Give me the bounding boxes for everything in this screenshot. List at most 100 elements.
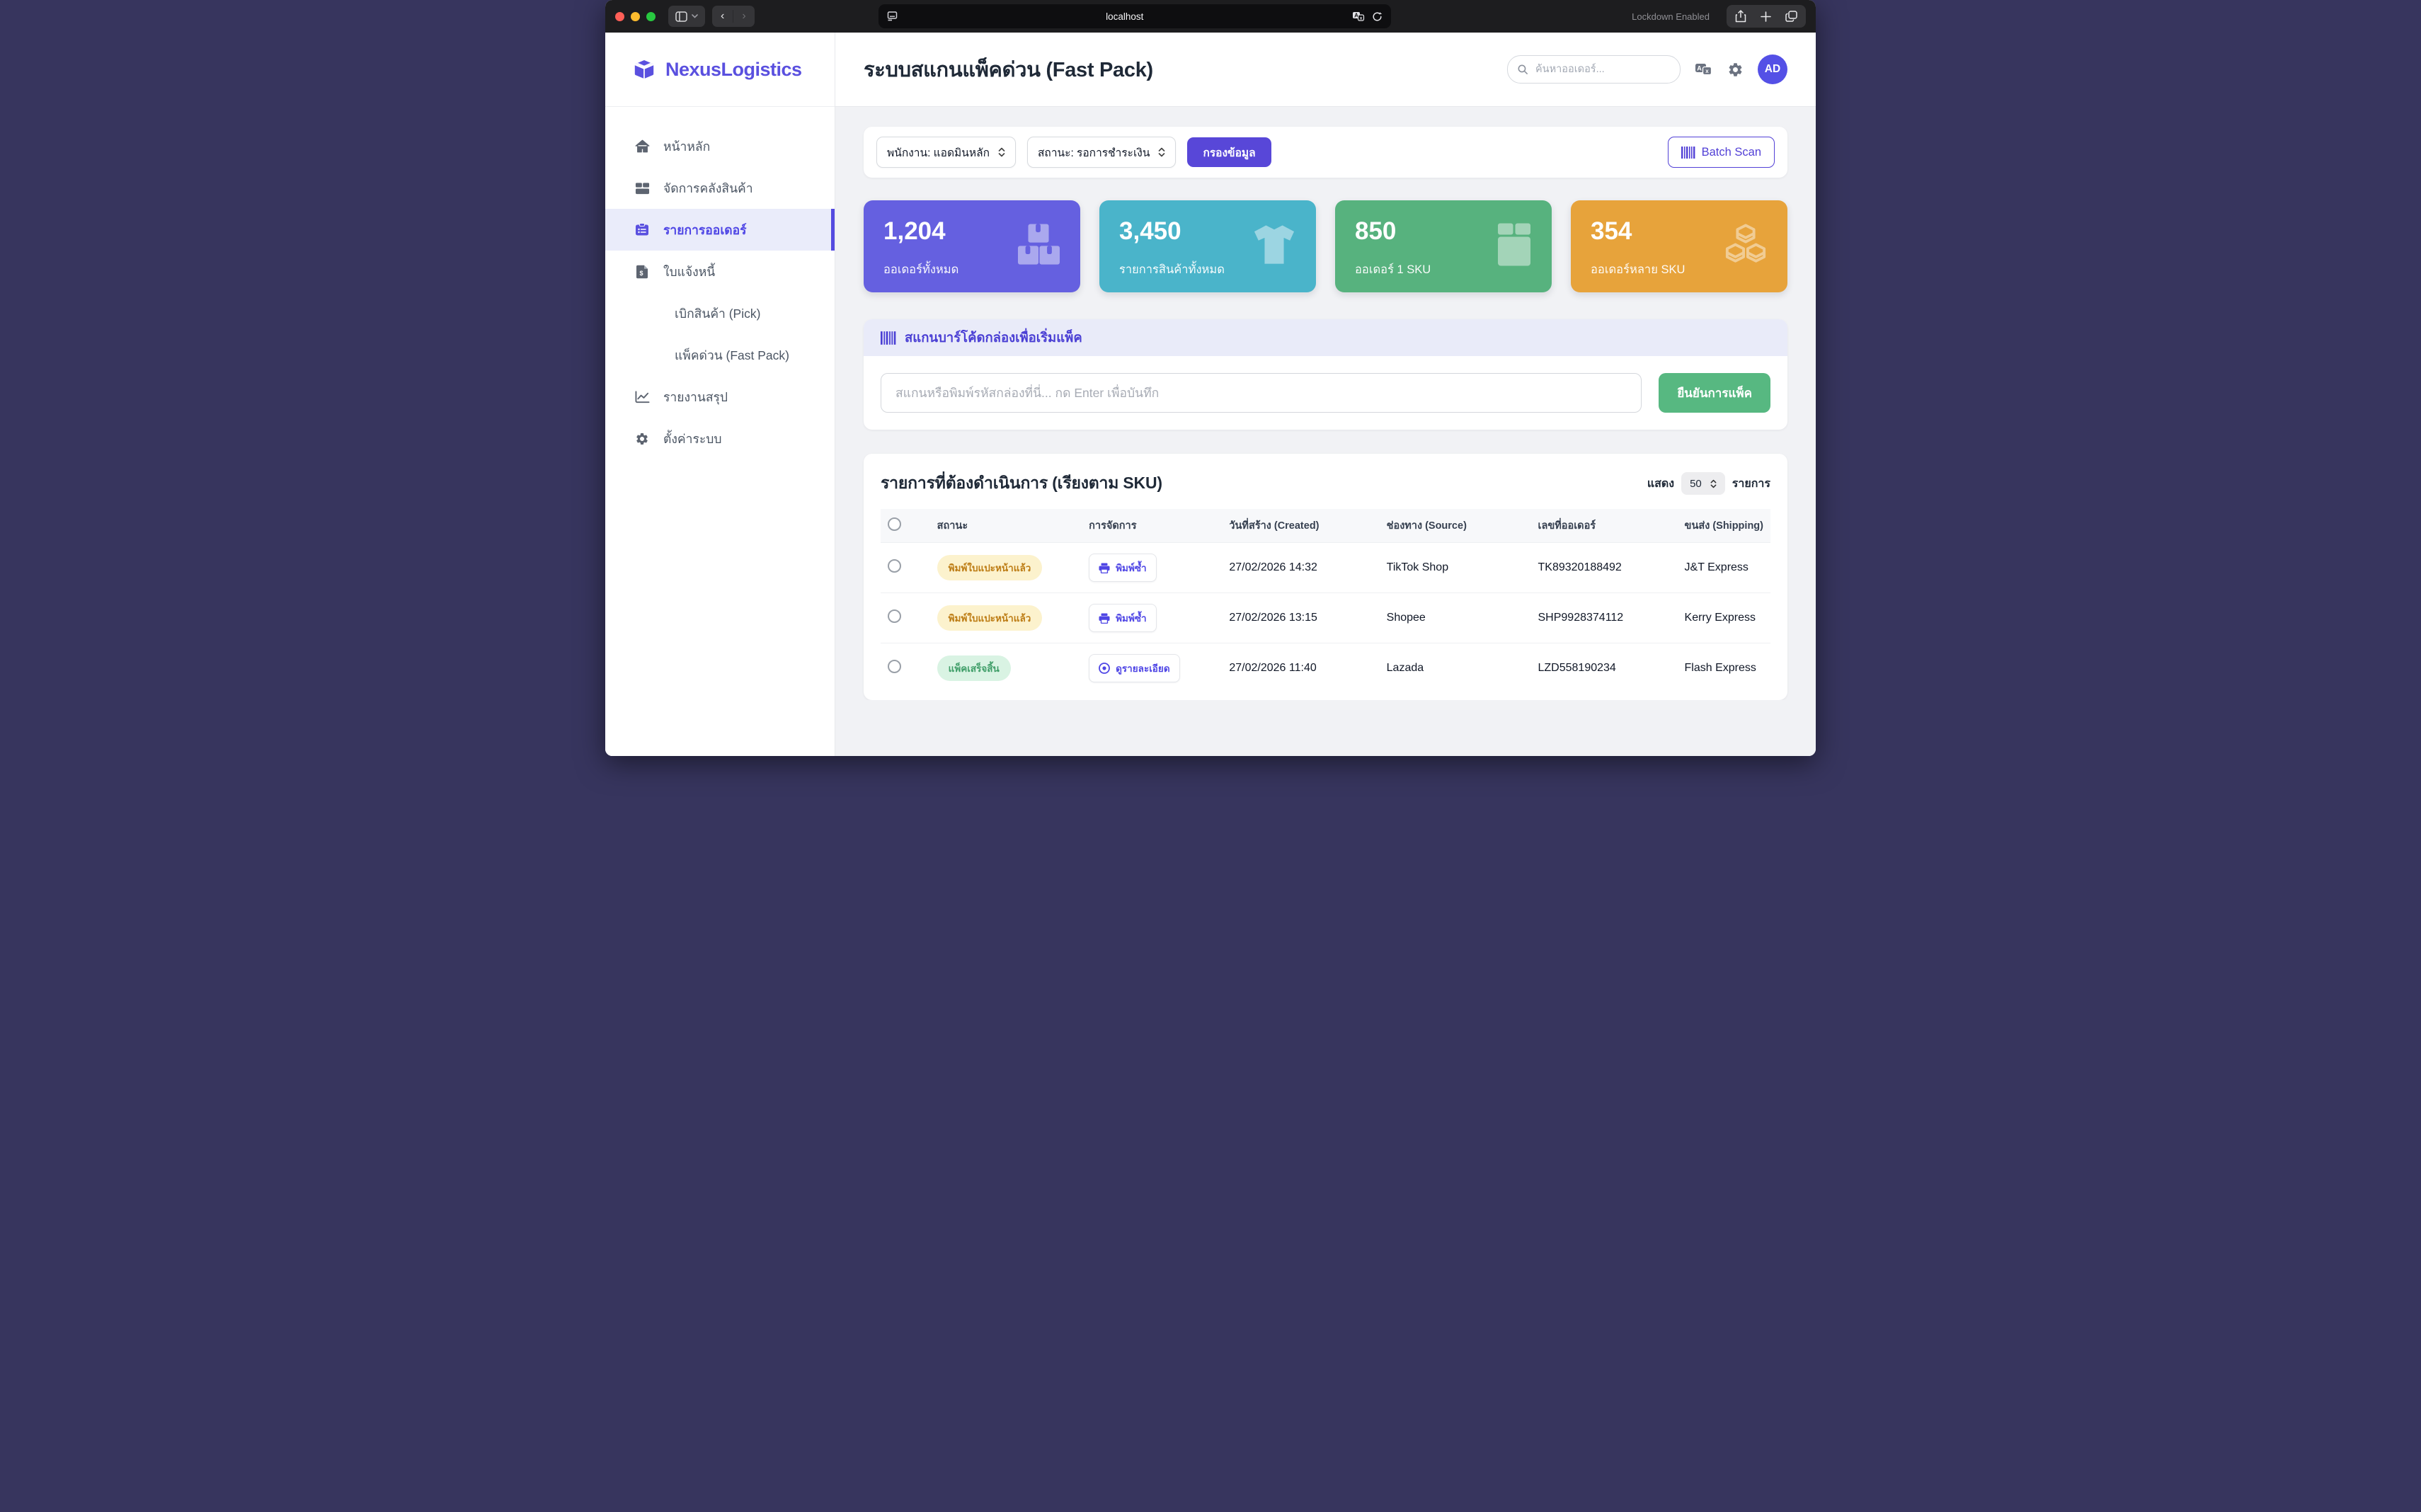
box-icon	[1496, 224, 1532, 270]
url-host: localhost	[898, 11, 1352, 22]
table-header-row: สถานะ การจัดการ วันที่สร้าง (Created) ช่…	[881, 509, 1770, 543]
cell-shipping: Kerry Express	[1678, 593, 1770, 643]
brand: NexusLogistics	[605, 33, 835, 107]
forward-button[interactable]: ›	[733, 10, 754, 23]
url-bar[interactable]: localhost Ax	[878, 4, 1391, 28]
sidebar-item-orders[interactable]: รายการออเดอร์	[605, 209, 835, 251]
language-switch-icon[interactable]: Ax	[1695, 62, 1713, 76]
stat-card-total-orders: 1,204 ออเดอร์ทั้งหมด	[864, 200, 1080, 292]
sidebar-toggle-button[interactable]	[668, 6, 705, 27]
reload-icon[interactable]	[1372, 11, 1383, 22]
invoice-icon: $	[634, 265, 651, 279]
sidebar-item-pick[interactable]: เบิกสินค้า (Pick)	[605, 292, 835, 334]
reprint-button[interactable]: พิมพ์ซ้ำ	[1089, 604, 1156, 632]
svg-text:A: A	[1697, 64, 1702, 71]
brand-logo-icon	[632, 59, 656, 80]
confirm-pack-button[interactable]: ยืนยันการแพ็ค	[1659, 373, 1770, 413]
row-checkbox[interactable]	[888, 660, 901, 673]
chart-line-icon	[634, 391, 651, 403]
employee-select[interactable]: พนักงาน: แอดมินหลัก	[876, 137, 1016, 168]
scan-panel-header: สแกนบาร์โค้ดกล่องเพื่อเริ่มแพ็ค	[864, 319, 1787, 356]
status-select[interactable]: สถานะ: รอการชำระเงิน	[1027, 137, 1176, 168]
page-size-select[interactable]: 50	[1681, 472, 1725, 495]
select-chevrons-icon	[1710, 479, 1717, 488]
batch-scan-label: Batch Scan	[1702, 146, 1761, 159]
traffic-lights	[615, 12, 656, 21]
close-window-button[interactable]	[615, 12, 624, 21]
svg-text:$: $	[639, 270, 643, 277]
column-header-shipping[interactable]: ขนส่ง (Shipping)	[1678, 509, 1770, 543]
select-all-checkbox[interactable]	[888, 517, 901, 531]
cell-order-no: SHP9928374112	[1531, 593, 1678, 643]
scan-panel: สแกนบาร์โค้ดกล่องเพื่อเริ่มแพ็ค ยืนยันกา…	[864, 319, 1787, 430]
view-details-button[interactable]: ดูรายละเอียด	[1089, 654, 1179, 682]
search-input[interactable]	[1534, 63, 1670, 76]
sidebar-item-fast-pack[interactable]: แพ็คด่วน (Fast Pack)	[605, 334, 835, 376]
show-suffix: รายการ	[1732, 475, 1770, 493]
minimize-window-button[interactable]	[631, 12, 640, 21]
home-icon	[634, 139, 651, 153]
sidebar-item-invoices[interactable]: $ ใบแจ้งหนี้	[605, 251, 835, 292]
scan-panel-title: สแกนบาร์โค้ดกล่องเพื่อเริ่มแพ็ค	[905, 328, 1082, 348]
column-header-action[interactable]: การจัดการ	[1082, 509, 1222, 543]
settings-gear-icon[interactable]	[1727, 62, 1744, 78]
column-header-source[interactable]: ช่องทาง (Source)	[1380, 509, 1531, 543]
row-action-label: ดูรายละเอียด	[1116, 660, 1169, 676]
stat-cards: 1,204 ออเดอร์ทั้งหมด 3,450 รายการสินค้าท…	[864, 200, 1787, 292]
filter-bar: พนักงาน: แอดมินหลัก สถานะ: รอการชำระเงิน…	[864, 127, 1787, 178]
orders-table-card: รายการที่ต้องดำเนินการ (เรียงตาม SKU) แส…	[864, 454, 1787, 700]
cell-created: 27/02/2026 14:32	[1222, 543, 1379, 593]
cell-created: 27/02/2026 11:40	[1222, 643, 1379, 694]
column-header-order-no[interactable]: เลขที่ออเดอร์	[1531, 509, 1678, 543]
page-size-value: 50	[1690, 478, 1702, 490]
printer-icon	[1099, 563, 1110, 573]
cell-order-no: LZD558190234	[1531, 643, 1678, 694]
table-row: แพ็คเสร็จสิ้น ดูรายละเอียด 27/02/2026 11…	[881, 643, 1770, 694]
new-tab-icon[interactable]	[1761, 11, 1771, 22]
order-search[interactable]	[1507, 55, 1681, 84]
status-badge: พิมพ์ใบแปะหน้าแล้ว	[937, 555, 1043, 580]
svg-text:x: x	[1360, 16, 1363, 21]
page-size-control: แสดง 50 รายการ	[1647, 472, 1770, 495]
scan-input[interactable]	[881, 373, 1642, 413]
row-checkbox[interactable]	[888, 609, 901, 623]
titlebar-actions	[1727, 5, 1806, 28]
share-icon[interactable]	[1735, 10, 1746, 23]
reprint-button[interactable]: พิมพ์ซ้ำ	[1089, 554, 1156, 582]
archive-box-icon	[634, 182, 651, 195]
lockdown-status: Lockdown Enabled	[1632, 11, 1710, 22]
sidebar-item-settings[interactable]: ตั้งค่าระบบ	[605, 418, 835, 459]
table-row: พิมพ์ใบแปะหน้าแล้ว พิมพ์ซ้ำ 27/02/2026 1…	[881, 593, 1770, 643]
column-header-created[interactable]: วันที่สร้าง (Created)	[1222, 509, 1379, 543]
sidebar-item-label: เบิกสินค้า (Pick)	[675, 304, 760, 323]
sidebar-item-label: จัดการคลังสินค้า	[663, 178, 753, 198]
back-button[interactable]: ‹	[712, 10, 733, 23]
cell-order-no: TK89320188492	[1531, 543, 1678, 593]
table-row: พิมพ์ใบแปะหน้าแล้ว พิมพ์ซ้ำ 27/02/2026 1…	[881, 543, 1770, 593]
search-icon	[1518, 64, 1528, 75]
avatar[interactable]: AD	[1758, 55, 1787, 84]
row-checkbox[interactable]	[888, 559, 901, 573]
stat-card-single-sku: 850 ออเดอร์ 1 SKU	[1335, 200, 1552, 292]
cell-shipping: Flash Express	[1678, 643, 1770, 694]
status-select-value: สถานะ: รอการชำระเงิน	[1038, 144, 1150, 161]
eye-icon	[1099, 663, 1110, 674]
batch-scan-button[interactable]: Batch Scan	[1668, 137, 1775, 168]
stat-card-total-items: 3,450 รายการสินค้าทั้งหมด	[1099, 200, 1316, 292]
column-header-status[interactable]: สถานะ	[930, 509, 1082, 543]
zoom-window-button[interactable]	[646, 12, 656, 21]
translate-icon[interactable]: Ax	[1352, 11, 1365, 22]
barcode-icon	[881, 331, 896, 345]
printer-icon	[1099, 613, 1110, 624]
row-action-label: พิมพ์ซ้ำ	[1116, 610, 1146, 626]
cell-source: Lazada	[1380, 643, 1531, 694]
page-title: ระบบสแกนแพ็คด่วน (Fast Pack)	[864, 53, 1153, 86]
sidebar-item-reports[interactable]: รายงานสรุป	[605, 376, 835, 418]
table-title: รายการที่ต้องดำเนินการ (เรียงตาม SKU)	[881, 471, 1162, 496]
gear-icon	[634, 432, 651, 446]
tab-overview-icon[interactable]	[1785, 11, 1797, 22]
filter-button[interactable]: กรองข้อมูล	[1187, 137, 1271, 167]
sidebar-item-home[interactable]: หน้าหลัก	[605, 125, 835, 167]
sidebar-panel-icon	[675, 11, 687, 22]
sidebar-item-warehouse[interactable]: จัดการคลังสินค้า	[605, 167, 835, 209]
